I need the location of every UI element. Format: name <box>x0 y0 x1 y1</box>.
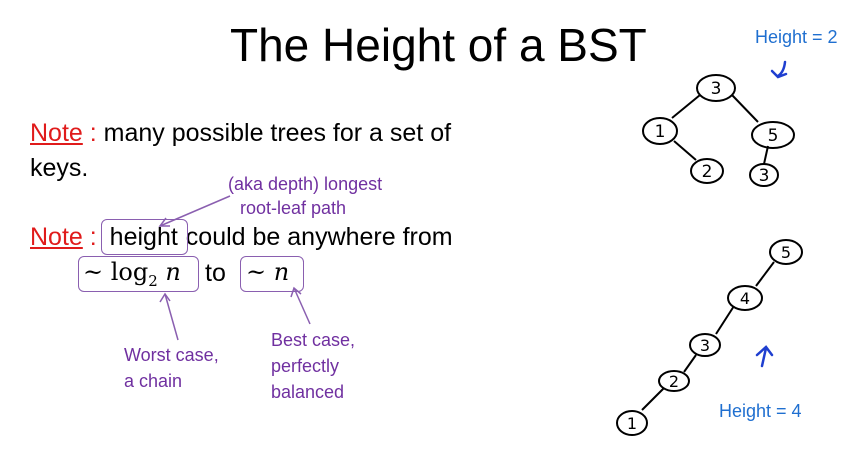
tree1-node-label: 2 <box>702 162 713 182</box>
tree1-edge <box>763 145 769 165</box>
tree2-edge <box>641 387 665 411</box>
tree1-node-label: 5 <box>768 126 779 146</box>
drawing-layer: 3 1 5 2 3 5 4 3 2 1 <box>158 60 803 436</box>
tree2-edge <box>755 261 775 287</box>
tree2-node-label: 5 <box>781 243 791 262</box>
tree2-edge <box>683 354 697 373</box>
tree1-labels: 3 1 5 2 3 <box>655 79 779 186</box>
tree1-edge <box>671 94 701 119</box>
depth-arrow <box>159 195 231 227</box>
tree1-node-label: 1 <box>655 122 666 142</box>
worst-arrow <box>164 293 179 341</box>
tree1-edge <box>731 94 759 123</box>
tree2-node-label: 4 <box>740 289 750 308</box>
worst-arrowhead <box>159 292 171 303</box>
tree1-node-label: 3 <box>759 166 770 186</box>
blue-arrows <box>755 60 788 368</box>
tree1-pointer-arrow <box>770 60 788 79</box>
tree2-node-label: 1 <box>627 414 637 433</box>
tree2-edge <box>715 305 735 335</box>
tree2-pointer-arrow <box>755 345 774 368</box>
best-arrow <box>293 287 311 325</box>
annotation-arrows <box>158 195 311 341</box>
tree1-node-label: 3 <box>711 79 722 99</box>
tree2-node-label: 3 <box>700 336 710 355</box>
tree2-node-label: 2 <box>669 372 679 391</box>
tree1-edge <box>673 140 697 161</box>
